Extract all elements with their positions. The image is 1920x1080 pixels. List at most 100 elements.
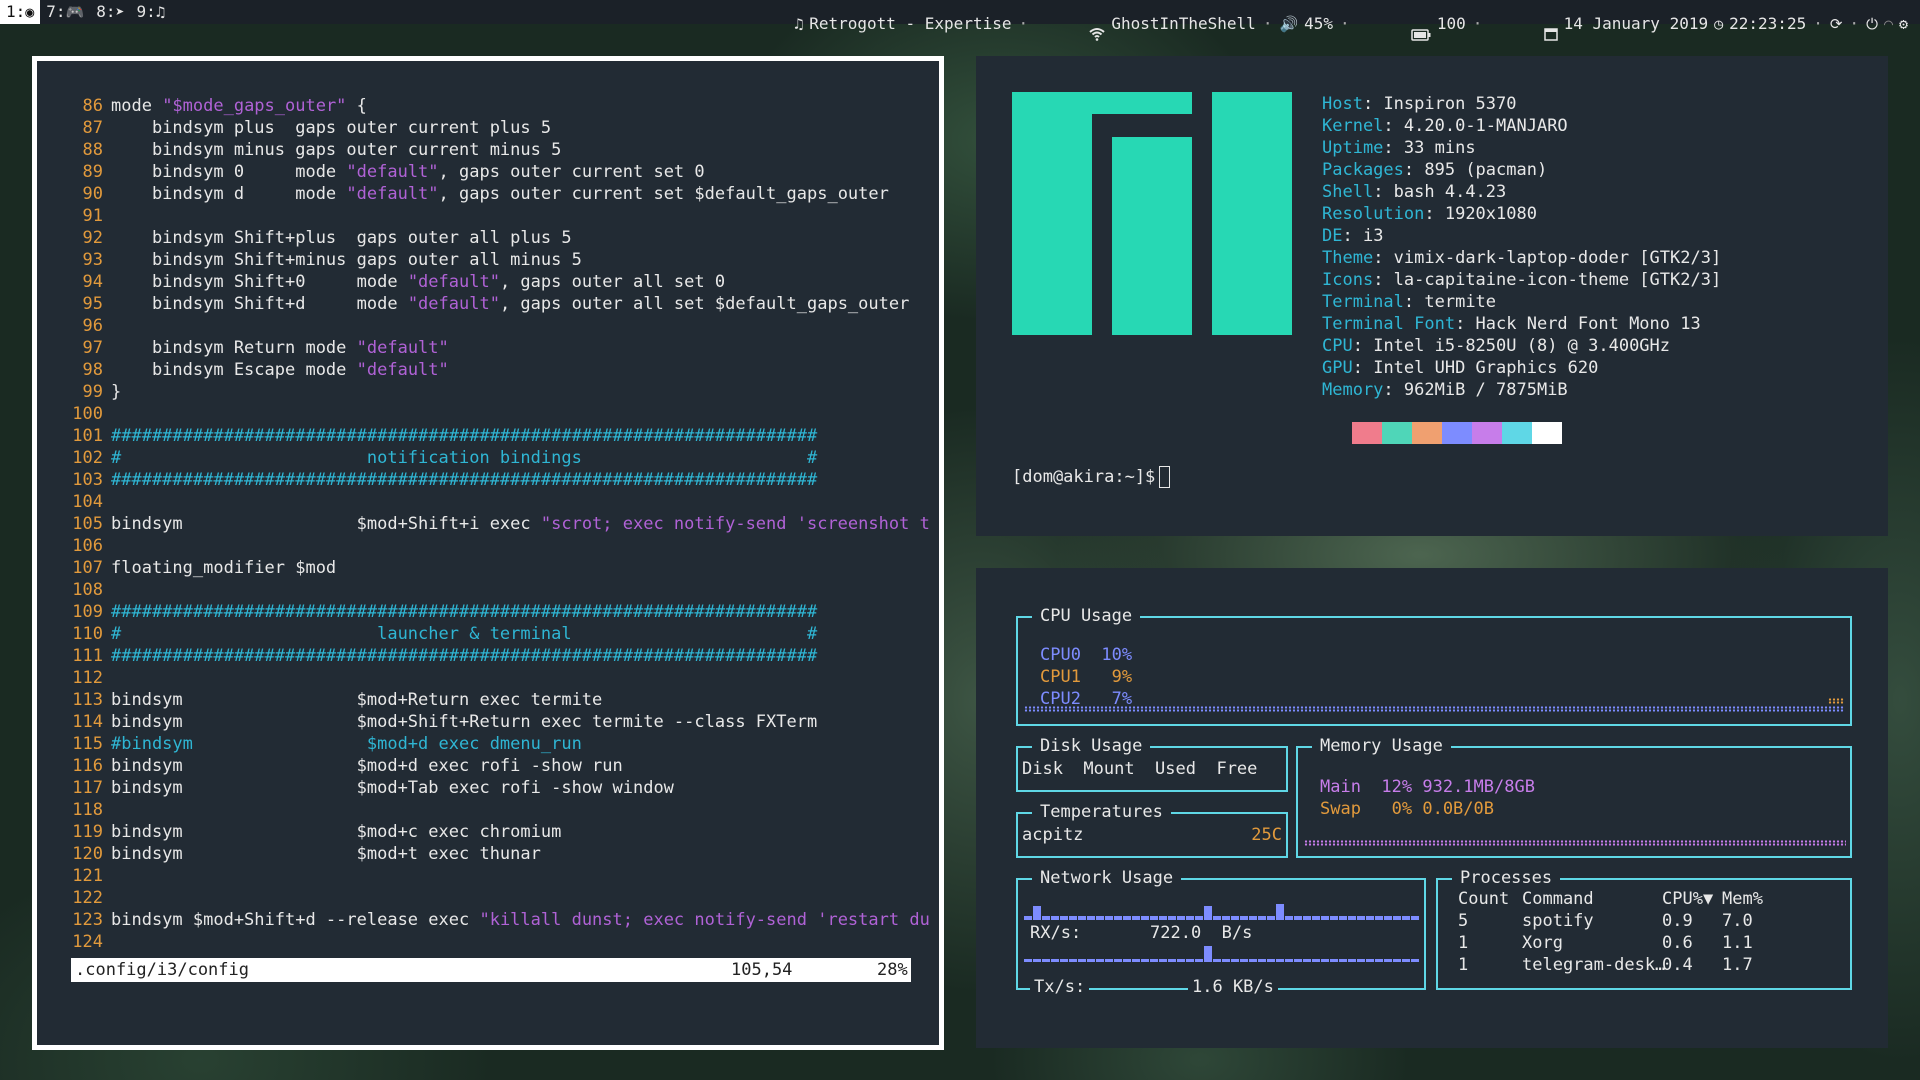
spark-bar <box>1357 959 1365 962</box>
line-number: 96 <box>82 316 103 336</box>
spark-bar <box>1393 916 1401 920</box>
code-line: 109 #####################################… <box>67 601 930 623</box>
line-number: 105 <box>72 514 103 534</box>
code-line: 115 #bindsym $mod+d exec dmenu_run <box>67 733 930 755</box>
temp-value: 25C <box>1251 825 1282 845</box>
line-number: 95 <box>82 294 103 314</box>
code-line: 88 bindsym minus gaps outer current minu… <box>67 139 930 161</box>
spark-bar <box>1168 959 1176 962</box>
neofetch-terminal[interactable]: Host: Inspiron 5370 Kernel: 4.20.0-1-MANJ… <box>976 56 1888 536</box>
line-number: 116 <box>72 756 103 776</box>
info-row: Uptime: 33 mins <box>1322 137 1721 159</box>
process-column-header[interactable]: Mem% <box>1722 888 1763 910</box>
palette-swatch <box>1322 422 1352 444</box>
volume-icon: 🔊 <box>1279 15 1299 33</box>
process-column-header[interactable]: Count <box>1458 888 1509 910</box>
separator: · <box>1813 14 1823 33</box>
line-number: 93 <box>82 250 103 270</box>
info-key: Uptime <box>1322 138 1384 158</box>
info-key: GPU <box>1322 358 1353 378</box>
wifi-tray-icon[interactable]: ◠ <box>1884 12 1893 36</box>
code-token: bindsym Shift+plus gaps outer all plus 5 <box>111 228 572 248</box>
info-colon: : <box>1403 160 1425 180</box>
spark-bar <box>1303 916 1311 920</box>
code-token: bindsym $mod+Shift+i exec <box>111 514 541 534</box>
power-icon[interactable]: ⏻ <box>1866 12 1878 36</box>
line-number: 103 <box>72 470 103 490</box>
spark-bar <box>1150 959 1158 962</box>
workspace-8[interactable]: 8:➤ <box>90 0 130 24</box>
cpu-usage-panel: CPU Usage CPU0 10% CPU1 9% CPU2 7% <box>1016 606 1852 726</box>
code-token: "scrot; exec notify-send 'screenshot t <box>540 514 930 534</box>
code-token: bindsym $mod+t exec thunar <box>111 844 541 864</box>
spark-bar <box>1348 916 1356 920</box>
info-row: GPU: Intel UHD Graphics 620 <box>1322 357 1721 379</box>
code-line: 94 bindsym Shift+0 mode "default", gaps … <box>67 271 930 293</box>
spark-bar <box>1312 916 1320 920</box>
code-line: 97 bindsym Return mode "default" <box>67 337 930 359</box>
code-buffer[interactable]: 86 mode "$mode_gaps_outer" {87 bindsym pl… <box>67 95 930 953</box>
editor-window[interactable]: 86 mode "$mode_gaps_outer" {87 bindsym pl… <box>32 56 944 1050</box>
code-line: 99} <box>67 381 930 403</box>
spark-bar <box>1051 916 1059 920</box>
code-line: 118 <box>67 799 930 821</box>
code-token: "$mode_gaps_outer" <box>162 96 347 116</box>
tx-value: 1.6 KB/s <box>1188 976 1278 998</box>
code-token: "default" <box>407 272 500 292</box>
code-token: bindsym minus gaps outer current minus 5 <box>111 140 562 160</box>
spark-bar <box>1312 959 1320 962</box>
spark-bar <box>1258 959 1266 962</box>
code-token: "killall dunst; exec notify-send 'restar… <box>479 910 930 930</box>
code-line: 100 <box>67 403 930 425</box>
info-value: 4.20.0-1-MANJARO <box>1403 116 1568 136</box>
spark-bar <box>1393 959 1401 962</box>
info-row: Kernel: 4.20.0-1-MANJARO <box>1322 115 1721 137</box>
code-token: bindsym $mod+Tab exec rofi -show window <box>111 778 674 798</box>
spark-bar <box>1258 916 1266 920</box>
now-playing[interactable]: ♫ Retrogott - Expertise <box>790 12 1015 36</box>
code-line: 87 bindsym plus gaps outer current plus … <box>67 117 930 139</box>
spark-bar <box>1177 959 1185 962</box>
spark-bar <box>1402 916 1410 920</box>
statusline-position: 105,54 <box>731 960 793 980</box>
info-colon: : <box>1342 226 1363 246</box>
info-colon: : <box>1383 380 1404 400</box>
refresh-button[interactable]: ⟳ <box>1826 12 1847 36</box>
spark-bar <box>1411 916 1419 920</box>
shell-prompt[interactable]: [dom@akira:~]$ <box>1012 466 1171 488</box>
date-status[interactable]: 14 January 2019 ◷ 22:23:25 <box>1485 0 1810 48</box>
code-token: bindsym $mod+Shift+Return exec termite -… <box>111 712 818 732</box>
info-value: 895 (pacman) <box>1424 160 1548 180</box>
spark-bar <box>1087 959 1095 962</box>
info-value: bash 4.4.23 <box>1393 182 1507 202</box>
info-row: CPU: Intel i5-8250U (8) @ 3.400GHz <box>1322 335 1721 357</box>
line-number: 99 <box>82 382 103 402</box>
code-line: 112 <box>67 667 930 689</box>
line-number: 101 <box>72 426 103 446</box>
battery-status[interactable]: 100 <box>1353 0 1470 48</box>
code-token: ########################################… <box>111 426 818 446</box>
workspace-1[interactable]: 1:◉ <box>0 0 41 24</box>
spark-bar <box>1294 916 1302 920</box>
send-icon: ➤ <box>115 3 125 21</box>
code-line: 113 bindsym $mod+Return exec termite <box>67 689 930 711</box>
rx-value: 722.0 B/s <box>1150 923 1253 943</box>
steam-icon[interactable]: ⚙ <box>1899 12 1908 36</box>
volume-status[interactable]: 🔊 45% <box>1275 12 1337 36</box>
code-token: bindsym Escape mode <box>111 360 357 380</box>
wifi-status[interactable]: GhostInTheShell <box>1031 0 1260 48</box>
gotop-window[interactable]: CPU Usage CPU0 10% CPU1 9% CPU2 7% Disk Us… <box>976 568 1888 1048</box>
workspace-7[interactable]: 7:🎮 <box>40 0 90 24</box>
line-number: 88 <box>82 140 103 160</box>
process-column-header[interactable]: Command <box>1522 888 1594 910</box>
line-number: 108 <box>72 580 103 600</box>
info-value: 1920x1080 <box>1444 204 1537 224</box>
spark-bar <box>1060 959 1068 962</box>
tray: ⏻ ◠ ⚙ <box>1862 12 1912 36</box>
code-token: bindsym Return mode <box>111 338 357 358</box>
network-usage-title: Network Usage <box>1032 868 1182 888</box>
process-column-header[interactable]: CPU%▼ <box>1662 888 1713 910</box>
info-colon: : <box>1373 270 1394 290</box>
workspace-9[interactable]: 9:♫ <box>131 0 171 24</box>
code-line: 121 <box>67 865 930 887</box>
